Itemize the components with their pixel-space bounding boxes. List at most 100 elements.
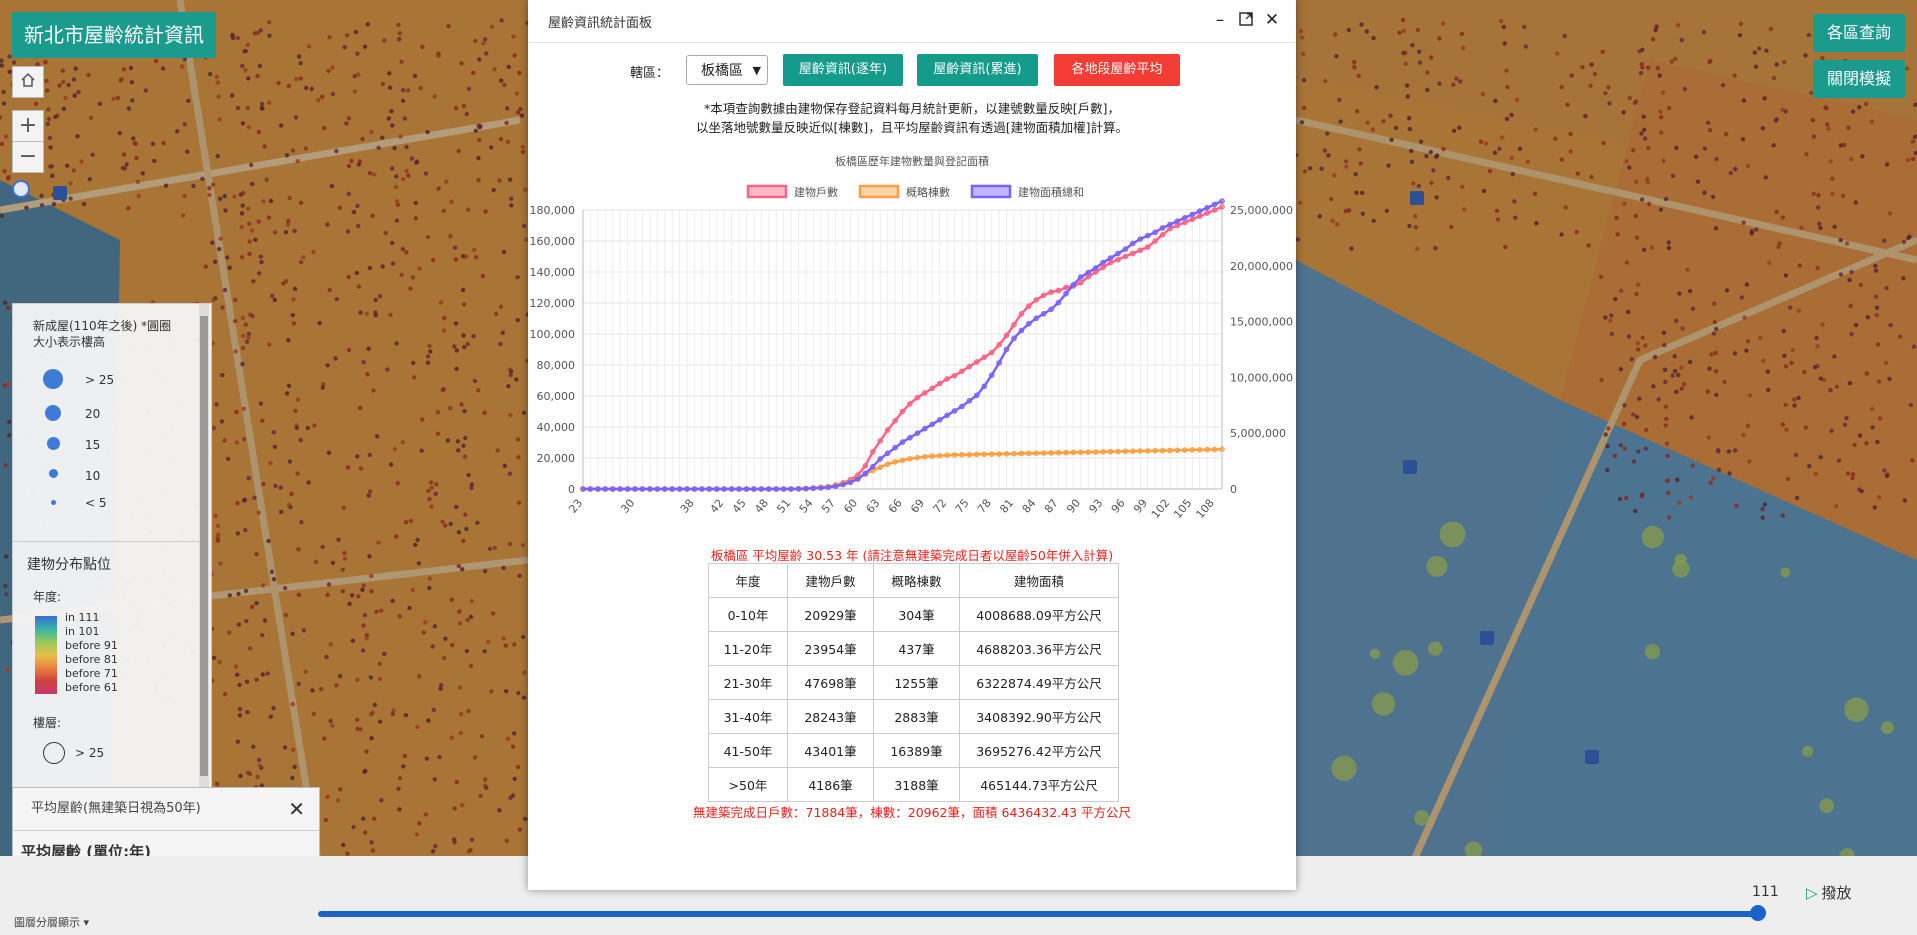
data-point: [1070, 282, 1077, 288]
size-icon-5: [51, 500, 56, 505]
average-age-text: 板橋區 平均屋齡 30.53 年 (請注意無建築完成日者以屋齡50年併入計算): [710, 548, 1114, 563]
data-point: [1144, 244, 1151, 250]
size-icon-15: [47, 437, 60, 450]
data-point: [899, 457, 906, 464]
data-point: [1219, 446, 1225, 453]
data-point: [1182, 219, 1188, 226]
x-tick-label: 90: [1064, 497, 1083, 516]
year-color-ramp: [35, 616, 57, 694]
data-point: [877, 456, 884, 462]
play-button[interactable]: ▷ 撥放: [1806, 882, 1852, 903]
modal-header: 屋齡資訊統計面板 – ✕: [528, 0, 1296, 43]
y-tick-label-right: 0: [1230, 483, 1237, 496]
y-tick-label-left: 180,000: [530, 204, 576, 217]
yearly-info-button[interactable]: 屋齡資訊(逐年): [783, 54, 903, 86]
data-point: [1055, 299, 1062, 306]
app-title: 新北市屋齡統計資訊: [12, 12, 216, 58]
data-point: [981, 451, 988, 458]
section-average-button[interactable]: 各地段屋齡平均: [1054, 54, 1180, 86]
layer-caption[interactable]: 圖層分層顯示 ▾: [14, 914, 89, 930]
minimize-icon[interactable]: –: [1210, 10, 1230, 30]
y-tick-label-right: 10,000,000: [1230, 371, 1293, 384]
close-simulation-button[interactable]: 關閉模擬: [1813, 60, 1905, 98]
note-line-2: 以坐落地號數量反映近似[棟數]，且平均屋齡資訊有透過[建物面積加權]計算。: [695, 120, 1128, 135]
data-point: [580, 486, 586, 492]
cumulative-info-button[interactable]: 屋齡資訊(累進): [917, 54, 1038, 86]
legend-scrollbar[interactable]: [199, 304, 209, 794]
table-cell: 43401筆: [787, 733, 874, 768]
y-tick-label-right: 20,000,000: [1230, 260, 1293, 273]
data-point: [1196, 213, 1203, 219]
data-point: [758, 486, 765, 492]
data-point: [929, 453, 936, 459]
data-point: [788, 486, 794, 492]
modal-title: 屋齡資訊統計面板: [548, 16, 653, 31]
data-point: [988, 372, 995, 378]
data-point: [676, 486, 683, 492]
district-query-button[interactable]: 各區查詢: [1813, 14, 1905, 52]
data-point: [632, 486, 638, 492]
table-row: 0-10年 20929筆 304筆 4008688.09平方公尺: [708, 597, 1119, 632]
data-point: [1033, 315, 1040, 322]
data-point: [996, 451, 1002, 457]
x-tick-label: 78: [975, 497, 994, 516]
data-point: [959, 403, 965, 410]
data-point: [773, 486, 779, 492]
district-select[interactable]: 板橋區 ▼: [686, 55, 768, 85]
data-point: [892, 444, 898, 451]
table-cell: 3695276.42平方公尺: [959, 733, 1119, 768]
data-point: [818, 485, 824, 491]
data-point: [1219, 204, 1225, 210]
data-point: [1040, 311, 1047, 317]
data-point: [595, 486, 601, 492]
zoom-out-button[interactable]: −: [13, 142, 43, 172]
year-entry: before 91: [65, 639, 118, 652]
home-icon[interactable]: [13, 67, 43, 97]
data-point: [661, 486, 668, 492]
maximize-icon[interactable]: [1236, 11, 1256, 31]
data-point: [1092, 265, 1099, 271]
data-point: [1078, 280, 1084, 286]
timeline-track[interactable]: [318, 911, 1758, 917]
size-label: > 25: [85, 373, 115, 387]
table-cell: 28243筆: [787, 699, 874, 734]
data-point: [907, 434, 913, 441]
zoom-in-button[interactable]: +: [13, 111, 43, 142]
data-point: [1011, 450, 1017, 457]
close-icon[interactable]: ✕: [288, 788, 305, 830]
close-icon[interactable]: ✕: [1262, 10, 1282, 30]
data-point: [1003, 451, 1010, 457]
timeline-year: 111: [1752, 884, 1779, 900]
data-point: [1078, 274, 1084, 280]
size-label: 20: [85, 407, 101, 421]
data-point: [899, 408, 906, 415]
data-point: [1159, 232, 1166, 238]
district-label: 轄區：: [630, 66, 670, 81]
data-point: [1167, 447, 1173, 454]
chevron-down-icon: ▼: [752, 64, 761, 77]
table-cell: >50年: [708, 767, 788, 802]
table-cell: 11-20年: [708, 631, 788, 666]
data-point: [862, 470, 869, 477]
table-cell: 3408392.90平方公尺: [959, 699, 1119, 734]
y-tick-label-right: 5,000,000: [1230, 427, 1286, 440]
data-point: [959, 451, 965, 458]
locate-icon[interactable]: [12, 180, 30, 198]
data-point: [855, 476, 861, 482]
data-point: [1211, 207, 1218, 213]
data-point: [1196, 447, 1203, 453]
timeline-handle[interactable]: [1750, 905, 1766, 921]
data-point: [721, 486, 727, 492]
x-tick-label: 72: [930, 497, 949, 516]
data-point: [1063, 290, 1069, 297]
data-point: [988, 349, 995, 356]
table-cell: 16389筆: [873, 733, 960, 768]
data-point: [1033, 450, 1040, 457]
data-point: [922, 390, 928, 396]
year-legend-labels: in 111 in 101 before 91 before 81 before…: [65, 611, 118, 695]
data-point: [1018, 311, 1025, 317]
data-point: [1048, 450, 1054, 456]
home-control[interactable]: [12, 66, 44, 98]
x-tick-label: 54: [797, 497, 816, 516]
data-point: [1100, 264, 1106, 271]
